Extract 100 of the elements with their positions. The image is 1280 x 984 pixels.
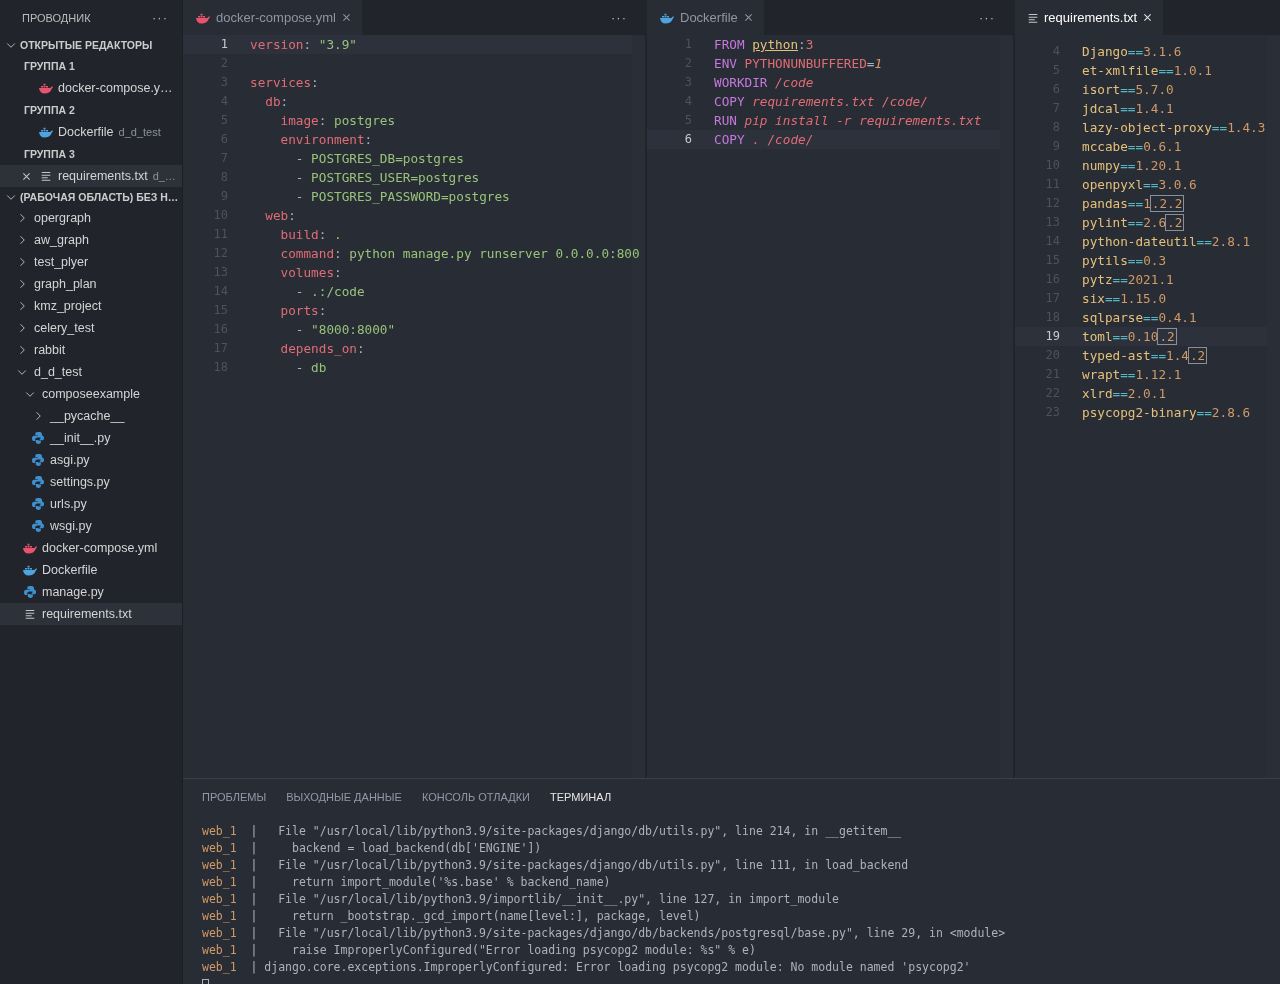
file-name: manage.py: [42, 585, 104, 599]
code-line: FROM python:3: [714, 36, 814, 54]
terminal-line: web_1 | backend = load_backend(db['ENGINE']): [202, 840, 543, 857]
folder-name: graph_plan: [34, 277, 97, 291]
terminal-line: web_1 | File "/usr/local/lib/python3.9/site-packages/django/db/backends/postgresql/base.py", line 29, in <module>: [202, 925, 1007, 942]
code-line: volumes:: [279, 264, 342, 282]
code-line: sqlparse==0.4.1: [1082, 309, 1197, 327]
python-icon: [31, 475, 45, 489]
file-name: docker-compose.yml: [42, 541, 158, 555]
python-icon: [31, 519, 45, 533]
section-header[interactable]: (РАБОЧАЯ ОБЛАСТЬ) БЕЗ Н…: [0, 187, 182, 207]
text-file-icon: [24, 607, 36, 621]
file-item[interactable]: settings.py: [0, 471, 182, 493]
folder-name: __pycache__: [50, 409, 125, 423]
group-title: ГРУППА 3: [23, 147, 76, 162]
code-line: db:: [264, 93, 289, 111]
file-item[interactable]: Dockerfile: [0, 559, 182, 581]
whale-icon: [22, 542, 38, 554]
code-line: - db: [294, 359, 327, 377]
terminal-line: web_1 | File "/usr/local/lib/python3.9/site-packages/django/db/utils.py", line 214, in __getitem__: [202, 823, 903, 840]
more-button[interactable]: ···: [979, 10, 995, 25]
more-button[interactable]: ···: [611, 10, 627, 25]
folder-hint: d_…: [152, 170, 176, 182]
folder-item[interactable]: composeexample: [0, 383, 182, 405]
file-item[interactable]: manage.py: [0, 581, 182, 603]
panel-tab[interactable]: ТЕРМИНАЛ: [550, 791, 612, 803]
section-title: ОТКРЫТЫЕ РЕДАКТОРЫ: [20, 39, 153, 51]
whale-icon: [22, 564, 38, 576]
editor-tab[interactable]: requirements.txt: [1015, 0, 1164, 35]
file-name: docker-compose.y…: [58, 81, 173, 95]
more-button[interactable]: ···: [152, 10, 168, 25]
file-name: __init__.py: [50, 431, 111, 445]
file-item[interactable]: docker-compose.yml: [0, 537, 182, 559]
folder-item[interactable]: celery_test: [0, 317, 182, 339]
folder-item[interactable]: kmz_project: [0, 295, 182, 317]
code-line: numpy==1.20.1: [1082, 157, 1182, 175]
panel-tab[interactable]: ПРОБЛЕМЫ: [202, 791, 267, 803]
code-line: mccabe==0.6.1: [1082, 138, 1182, 156]
folder-name: composeexample: [42, 387, 140, 401]
whale-icon: [195, 11, 211, 24]
terminal-line: web_1 | File "/usr/local/lib/python3.9/site-packages/django/db/utils.py", line 111, in load_backend: [202, 857, 910, 874]
folder-name: rabbit: [34, 343, 66, 357]
code-line: - .:/code: [294, 283, 365, 301]
code-line: services:: [250, 74, 319, 92]
file-name: Dockerfile: [58, 125, 114, 139]
folder-hint: d_d_test: [118, 126, 161, 138]
whale-icon: [38, 82, 54, 94]
folder-name: celery_test: [34, 321, 95, 335]
file-name: wsgi.py: [50, 519, 92, 533]
code-line: psycopg2-binary==2.8.6: [1082, 404, 1251, 422]
group-title: ГРУППА 1: [23, 59, 76, 74]
folder-name: aw_graph: [34, 233, 89, 247]
code-line: typed-ast==1.4.2: [1082, 346, 1207, 365]
folder-item[interactable]: graph_plan: [0, 273, 182, 295]
file-item[interactable]: requirements.txt: [0, 603, 182, 625]
code-line: et-xmlfile==1.0.1: [1082, 62, 1212, 80]
open-editor-item[interactable]: docker-compose.y…: [0, 77, 182, 99]
section-header[interactable]: ОТКРЫТЫЕ РЕДАКТОРЫ: [0, 35, 182, 55]
close-icon: [20, 170, 32, 182]
folder-item[interactable]: __pycache__: [0, 405, 182, 427]
code-line: - POSTGRES_PASSWORD=postgres: [294, 188, 510, 206]
code-line: pytils==0.3: [1082, 252, 1167, 270]
code-line: - POSTGRES_USER=postgres: [294, 169, 480, 187]
whale-icon: [38, 126, 54, 138]
code-line: web:: [264, 207, 296, 225]
folder-item[interactable]: rabbit: [0, 339, 182, 361]
open-editor-item[interactable]: Dockerfile d_d_test: [0, 121, 182, 143]
code-line: wrapt==1.12.1: [1082, 366, 1182, 384]
open-editor-item[interactable]: requirements.txt d_…: [0, 165, 182, 187]
folder-item[interactable]: aw_graph: [0, 229, 182, 251]
file-item[interactable]: urls.py: [0, 493, 182, 515]
code-line: - "8000:8000": [294, 321, 396, 339]
editor-tab[interactable]: Dockerfile: [647, 0, 764, 35]
file-item[interactable]: __init__.py: [0, 427, 182, 449]
panel-tab[interactable]: ВЫХОДНЫЕ ДАННЫЕ: [286, 791, 402, 803]
terminal-line: web_1 | return _bootstrap._gcd_import(name[level:], package, level): [202, 908, 702, 925]
python-icon: [31, 453, 45, 467]
code-line: isort==5.7.0: [1082, 81, 1174, 99]
code-line: ENV PYTHONUNBUFFERED=1: [714, 55, 883, 73]
panel-tab[interactable]: КОНСОЛЬ ОТЛАДКИ: [421, 791, 530, 803]
code-line: version: "3.9": [250, 36, 357, 54]
file-item[interactable]: asgi.py: [0, 449, 182, 471]
folder-item[interactable]: opergraph: [0, 207, 182, 229]
code-line: openpyxl==3.0.6: [1082, 176, 1197, 194]
python-icon: [23, 585, 37, 599]
folder-item[interactable]: test_plyer: [0, 251, 182, 273]
file-item[interactable]: wsgi.py: [0, 515, 182, 537]
close-icon: [742, 12, 754, 23]
sidebar-title: ПРОВОДНИК: [22, 11, 91, 24]
code-line: COPY . /code/: [714, 131, 814, 149]
editor-tab[interactable]: docker-compose.yml: [183, 0, 362, 35]
group-title: ГРУППА 2: [23, 103, 76, 118]
code-line: environment:: [279, 131, 373, 149]
code-line: RUN pip install -r requirements.txt: [714, 112, 982, 130]
code-line: depends_on:: [279, 340, 365, 358]
code-line: COPY requirements.txt /code/: [714, 93, 928, 111]
folder-name: kmz_project: [34, 299, 102, 313]
code-line: pandas==1.2.2: [1082, 194, 1184, 213]
folder-name: test_plyer: [34, 255, 89, 269]
folder-item[interactable]: d_d_test: [0, 361, 182, 383]
